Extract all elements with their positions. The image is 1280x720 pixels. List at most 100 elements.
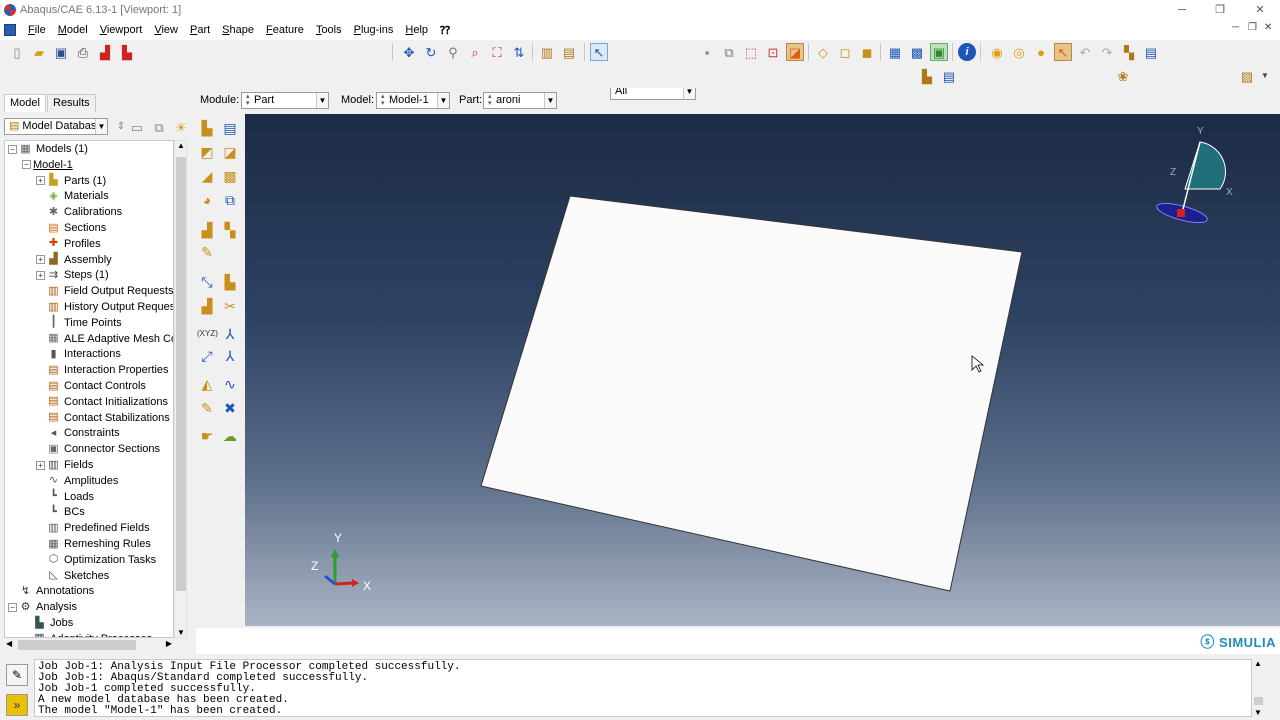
menu-help[interactable]: Help <box>399 24 434 36</box>
print-icon[interactable]: ⎙ <box>74 43 92 61</box>
mdi-close-button[interactable]: ✕ <box>1264 22 1272 33</box>
collapse-icon[interactable]: − <box>22 160 31 170</box>
datum-csys-3d-icon[interactable]: ⅄ <box>220 346 240 366</box>
spin-arrows-icon[interactable]: ▴ ▾ <box>246 93 251 107</box>
auto-fit-icon[interactable]: ⛶ <box>488 43 506 61</box>
tree-node[interactable]: ✱ Calibrations <box>36 204 122 220</box>
tree-node[interactable]: ▮ Interactions <box>36 346 120 362</box>
iso-view-icon[interactable]: ◇ <box>814 43 832 61</box>
select-cursor-icon[interactable]: ↖ <box>590 43 608 61</box>
datum-axis-icon[interactable]: ▙ <box>220 272 240 292</box>
chevron-right-icon[interactable]: ▶ <box>166 639 172 648</box>
tree-node[interactable]: ▤ Contact Stabilizations <box>36 410 169 426</box>
lightbulb-icon[interactable]: ☀ <box>172 118 190 136</box>
datum-plane-icon[interactable]: ▟ <box>197 296 217 316</box>
tree-node[interactable]: + ▥ Fields <box>36 457 93 473</box>
datum-csys-icon[interactable]: ✂ <box>220 296 240 316</box>
expand-icon[interactable]: + <box>36 176 45 186</box>
create-wire-icon[interactable]: ◢ <box>197 166 217 186</box>
magnify-icon[interactable]: ⚲ <box>444 43 462 61</box>
viewport[interactable]: Y X Z Y X Z <box>245 114 1280 626</box>
tree-vertical-scrollbar[interactable]: ▲ ▼ <box>174 140 187 638</box>
menu-plugins[interactable]: Plug-ins <box>348 24 400 36</box>
tree-node[interactable]: ┃ Time Points <box>36 315 121 331</box>
tab-model[interactable]: Model <box>4 94 46 112</box>
message-scrollbar[interactable]: ▲ ▼ <box>1252 659 1265 717</box>
color-code-icon[interactable]: ❀ <box>1114 67 1132 85</box>
system-menu-icon[interactable] <box>4 24 16 36</box>
expand-icon[interactable]: + <box>36 255 45 265</box>
chevron-up-icon[interactable]: ▲ <box>177 141 185 150</box>
chevron-left-icon[interactable]: ◀ <box>6 639 12 648</box>
menu-tools[interactable]: Tools <box>310 24 348 36</box>
collapse-icon[interactable]: − <box>8 144 17 154</box>
select-from-interior-icon[interactable]: ⊡ <box>764 43 782 61</box>
hidden-lines-icon[interactable]: ▩ <box>908 43 926 61</box>
tree-node[interactable]: ▤ Contact Controls <box>36 378 146 394</box>
tree-node[interactable]: + ▙ Parts (1) <box>36 173 106 189</box>
display-group-union-icon[interactable]: ◉ <box>988 43 1006 61</box>
partition-face-icon[interactable]: ▟ <box>197 220 217 240</box>
rotate-icon[interactable]: ↻ <box>422 43 440 61</box>
export-icon[interactable]: ▙ <box>118 43 136 61</box>
query-icon[interactable]: ▥ <box>538 43 556 61</box>
display-group-manager-icon[interactable]: ▤ <box>1142 43 1160 61</box>
chevron-down-icon[interactable]: ▼ <box>544 93 556 108</box>
tree-node[interactable]: ▣ Connector Sections <box>36 441 160 457</box>
tree-node[interactable]: ▥ Predefined Fields <box>36 520 149 536</box>
scrollbar-thumb[interactable] <box>18 640 136 650</box>
tree-node[interactable]: ▤ Contact Initializations <box>36 394 168 410</box>
spin-arrows-icon[interactable]: ▴ ▾ <box>381 93 386 107</box>
tree-node[interactable]: + ▟ Assembly <box>36 252 112 268</box>
tree-node[interactable]: + ⇉ Steps (1) <box>36 267 109 283</box>
virtual-topology-icon[interactable]: ◭ <box>197 374 217 394</box>
datum-triad-icon[interactable]: ⅄ <box>220 324 240 344</box>
tree-node[interactable]: ↯ Annotations <box>8 583 94 599</box>
datum-line-icon[interactable]: ⤢ <box>197 346 217 366</box>
box-zoom-icon[interactable]: ⌕ <box>466 43 484 61</box>
replace-selected-icon[interactable]: ↖ <box>1054 43 1072 61</box>
selection-options-icon[interactable]: ▪ <box>698 43 716 61</box>
display-group-icon[interactable]: ● <box>1032 43 1050 61</box>
chevron-down-icon[interactable]: ▼ <box>1256 67 1274 85</box>
tree-node[interactable]: ◺ Sketches <box>36 568 109 584</box>
create-shell-icon[interactable]: ◪ <box>220 142 240 162</box>
tree-node[interactable]: ┗ BCs <box>36 504 85 520</box>
tree-node[interactable]: − ▦ Models (1) <box>8 141 88 157</box>
chevron-down-icon[interactable]: ▼ <box>437 93 449 108</box>
create-pattern-icon[interactable]: ⧉ <box>220 190 240 210</box>
import-icon[interactable]: ▟ <box>96 43 114 61</box>
tree-node[interactable]: ▥ Field Output Requests <box>36 283 173 299</box>
redo-icon[interactable]: ↷ <box>1098 43 1116 61</box>
tree-node[interactable]: ✚ Profiles <box>36 236 101 252</box>
spin-arrows-icon[interactable]: ▴ ▾ <box>488 93 493 107</box>
tree-node[interactable]: ▦ ALE Adaptive Mesh Cons <box>36 331 173 347</box>
pan-icon[interactable]: ✥ <box>400 43 418 61</box>
expand-icon[interactable]: + <box>36 460 45 470</box>
view-manager-icon[interactable]: ▤ <box>940 67 958 85</box>
menu-feature[interactable]: Feature <box>260 24 310 36</box>
front-view-icon[interactable]: ◻ <box>836 43 854 61</box>
set-manager-icon[interactable]: ☛ <box>197 426 217 446</box>
menu-part[interactable]: Part <box>184 24 216 36</box>
geometry-edit-icon[interactable]: ✎ <box>197 398 217 418</box>
view-cube-triad[interactable]: Y X Z <box>1155 126 1233 226</box>
tree-node[interactable]: ▦Adaptivity Processes <box>22 631 152 637</box>
command-line-toggle-icon[interactable]: » <box>6 694 28 716</box>
shaded-view-icon[interactable]: ◼ <box>858 43 876 61</box>
model-combo[interactable]: ▴ ▾ Model-1 ▼ <box>376 92 450 109</box>
tree-horizontal-scrollbar[interactable]: ◀ ▶ <box>4 638 174 652</box>
menu-view[interactable]: View <box>148 24 184 36</box>
cycle-views-icon[interactable]: ⇅ <box>510 43 528 61</box>
whats-this-help-icon[interactable]: ⁇ <box>434 24 456 37</box>
render-model-icon[interactable]: ◪ <box>786 43 804 61</box>
menu-file[interactable]: File <box>22 24 52 36</box>
tree-node[interactable]: ┗ Loads <box>36 489 94 505</box>
tree-node[interactable]: ▤ Sections <box>36 220 106 236</box>
tree-node[interactable]: − Model-1 <box>22 157 73 173</box>
tree-node[interactable]: ⬡ Optimization Tasks <box>36 552 156 568</box>
undo-icon[interactable]: ↶ <box>1076 43 1094 61</box>
partition-cell-icon[interactable]: ▚ <box>220 220 240 240</box>
scrollbar-thumb[interactable] <box>1254 697 1263 705</box>
new-file-icon[interactable]: ▯ <box>8 43 26 61</box>
